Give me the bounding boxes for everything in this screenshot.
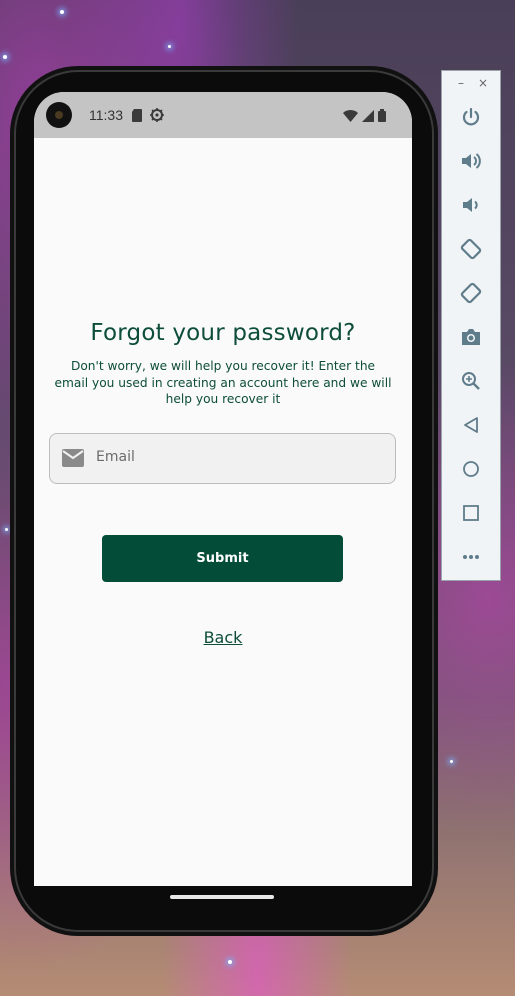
power-icon — [462, 107, 480, 126]
background-light — [60, 10, 64, 14]
background-light — [3, 55, 7, 59]
page-title: Forgot your password? — [90, 320, 356, 346]
overview-icon — [463, 505, 479, 521]
rotate-right-button[interactable] — [451, 271, 491, 315]
more-button[interactable] — [451, 535, 491, 579]
volume-up-icon — [462, 153, 481, 169]
home-icon — [463, 461, 479, 477]
email-input[interactable] — [96, 444, 386, 470]
background-light — [228, 960, 232, 964]
rotate-right-icon — [460, 282, 482, 304]
rotate-left-button[interactable] — [451, 227, 491, 271]
gesture-nav-bar — [34, 886, 412, 912]
back-link[interactable]: Back — [34, 628, 412, 647]
background-light — [450, 760, 453, 763]
email-field[interactable] — [49, 433, 396, 484]
background-light — [168, 45, 171, 48]
zoom-button[interactable] — [451, 359, 491, 403]
status-indicators — [343, 107, 386, 126]
submit-button[interactable]: Submit — [102, 535, 343, 582]
emulator-toolbar: – × — [441, 70, 501, 581]
battery-icon — [378, 107, 386, 126]
wifi-icon — [343, 107, 358, 126]
back-button[interactable] — [451, 403, 491, 447]
signal-icon — [362, 107, 374, 126]
home-button[interactable] — [451, 447, 491, 491]
camera-icon — [462, 329, 480, 345]
settings-gear-icon — [150, 107, 164, 126]
volume-down-icon — [463, 198, 478, 212]
page-subtitle: Don't worry, we will help you recover it… — [54, 359, 392, 406]
more-icon — [463, 555, 479, 559]
app-screen: 11:33 Forgot your password? Don't worry,… — [34, 92, 412, 886]
overview-button[interactable] — [451, 491, 491, 535]
toolbar-window-controls: – × — [442, 71, 500, 95]
volume-down-button[interactable] — [451, 183, 491, 227]
status-bar: 11:33 — [34, 92, 412, 138]
background-light — [5, 528, 8, 531]
back-icon — [464, 417, 478, 433]
status-time: 11:33 — [89, 107, 123, 123]
power-button[interactable] — [451, 95, 491, 139]
home-gesture-pill[interactable] — [170, 895, 274, 899]
volume-up-button[interactable] — [451, 139, 491, 183]
minimize-button[interactable]: – — [458, 76, 464, 90]
rotate-left-icon — [460, 238, 482, 260]
close-button[interactable]: × — [478, 76, 488, 90]
zoom-icon — [462, 372, 480, 390]
mail-icon — [62, 449, 84, 471]
front-camera — [46, 102, 72, 128]
screenshot-button[interactable] — [451, 315, 491, 359]
sd-card-icon — [131, 107, 143, 126]
